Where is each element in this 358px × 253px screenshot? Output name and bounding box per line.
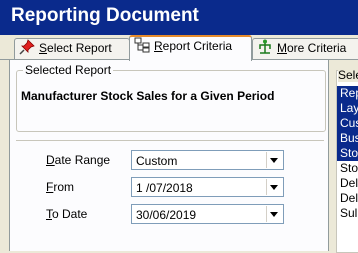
tab-more-criteria-label: ore Criteria xyxy=(287,41,347,55)
date-range-label-text: ate Range xyxy=(54,153,111,167)
tab-report-criteria-accel: R xyxy=(154,39,163,53)
right-panel-legend: Sele xyxy=(338,68,358,82)
list-item[interactable]: Sto xyxy=(337,146,358,161)
tab-strip: Select Report Report Criteria More Crite… xyxy=(0,35,358,61)
tab-report-criteria[interactable]: Report Criteria xyxy=(129,35,252,61)
to-date-label-text: o Date xyxy=(52,207,88,221)
selected-report-group: Selected Report Manufacturer Stock Sales… xyxy=(16,63,326,132)
date-range-select[interactable]: Custom xyxy=(131,150,284,170)
to-date-dropdown-button[interactable] xyxy=(266,206,282,222)
tab-more-criteria[interactable]: More Criteria xyxy=(252,38,358,59)
date-range-label: Date Range xyxy=(46,153,110,167)
list-item[interactable]: Sul xyxy=(337,206,358,221)
hierarchy-icon xyxy=(134,37,150,53)
tab-select-report-label: elect Report xyxy=(47,41,112,55)
date-range-value: Custom xyxy=(136,154,178,168)
date-range-dropdown-button[interactable] xyxy=(266,152,282,168)
list-item[interactable]: Rep xyxy=(337,86,358,101)
pushpin-icon xyxy=(19,39,35,55)
tab-select-report[interactable]: Select Report xyxy=(14,38,130,59)
list-item[interactable]: Bus xyxy=(337,131,358,146)
from-label: From xyxy=(46,180,74,194)
tab-report-criteria-label: eport Criteria xyxy=(162,39,233,53)
divider xyxy=(16,140,324,141)
from-date-value: 1 /07/2018 xyxy=(136,181,193,195)
chevron-down-icon xyxy=(270,185,278,190)
tab-select-report-accel: S xyxy=(39,41,48,55)
selected-report-legend: Selected Report xyxy=(23,63,114,77)
tree-icon xyxy=(259,39,271,54)
to-date-label: To Date xyxy=(46,207,87,221)
list-item[interactable]: Del xyxy=(337,191,358,206)
to-date-value: 30/06/2019 xyxy=(136,208,197,222)
selected-report-name: Manufacturer Stock Sales for a Given Per… xyxy=(21,89,275,103)
tab-more-criteria-accel: M xyxy=(277,41,287,55)
list-item[interactable]: Lay xyxy=(337,101,358,116)
chevron-down-icon xyxy=(270,158,278,163)
report-criteria-pane: Selected Report Manufacturer Stock Sales… xyxy=(9,60,329,251)
title-bar: Reporting Document xyxy=(0,0,358,35)
date-range-accel: D xyxy=(46,153,55,167)
chevron-down-icon xyxy=(270,212,278,217)
right-panel: Sele Rep Lay Cus Bus Sto Sto Del Del Sul xyxy=(332,60,358,253)
list-item[interactable]: Del xyxy=(337,176,358,191)
from-label-text: rom xyxy=(53,180,75,194)
list-item[interactable]: Sto xyxy=(337,161,358,176)
from-date-picker[interactable]: 1 /07/2018 xyxy=(131,177,284,197)
from-date-dropdown-button[interactable] xyxy=(266,179,282,195)
to-date-picker[interactable]: 30/06/2019 xyxy=(131,204,284,224)
window-title: Reporting Document xyxy=(11,5,199,26)
list-item[interactable]: Cus xyxy=(337,116,358,131)
